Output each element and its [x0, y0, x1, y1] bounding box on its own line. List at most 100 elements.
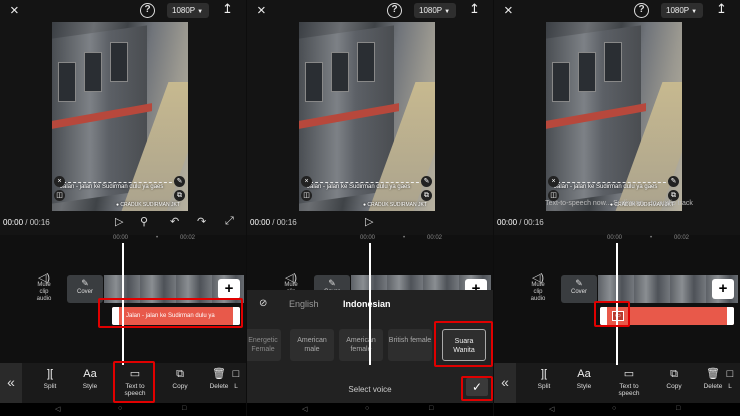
next-tool-button[interactable]: □ L [720, 368, 740, 390]
split-label: Split [537, 383, 551, 390]
voice-option[interactable]: American male [290, 329, 334, 361]
close-icon[interactable]: × [257, 2, 266, 19]
nav-recents-icon[interactable]: □ [182, 405, 186, 412]
caption-text[interactable]: Jalan - jalan ke Sudirman dulu ya gaes [60, 184, 163, 190]
highlight-box [594, 301, 630, 327]
caption-box[interactable] [552, 182, 676, 183]
copy-icon[interactable]: ⧉ [421, 190, 432, 201]
watermark-text: ● CRADUK SUDIRMAN JKT [116, 202, 180, 208]
highlight-box [98, 298, 243, 328]
caption-text[interactable]: Jalan - jalan ke Sudirman dulu ya gaes [307, 184, 410, 190]
playhead[interactable] [369, 243, 371, 365]
highlight-box [434, 321, 493, 367]
toast-text: Text-to-speech now... Sudirman... to aud… [545, 200, 693, 207]
copy-icon[interactable]: ⧉ [174, 190, 185, 201]
play-icon[interactable]: ▷ [115, 215, 123, 228]
train-window [58, 62, 76, 102]
ruler-mark-2: 00:02 [674, 235, 690, 241]
time-separator: / [272, 218, 275, 227]
cover-button[interactable]: ✎Cover [561, 275, 597, 303]
add-clip-button[interactable]: + [712, 279, 734, 299]
help-icon[interactable]: ? [140, 3, 155, 18]
nav-home-icon[interactable]: ○ [612, 405, 616, 412]
remove-icon[interactable]: × [301, 176, 312, 187]
text-to-speech-button[interactable]: ▭ Text to speech [612, 368, 646, 397]
tab-english[interactable]: English [289, 299, 319, 309]
cover-label: Cover [570, 289, 587, 295]
copy-button[interactable]: ⧉ Copy [657, 368, 691, 390]
remove-icon[interactable]: × [54, 176, 65, 187]
nav-home-icon[interactable]: ○ [118, 405, 122, 412]
add-clip-button[interactable]: + [218, 279, 240, 299]
caret-down-icon: ▼ [691, 9, 698, 15]
voice-option[interactable]: British female [388, 329, 432, 361]
export-icon[interactable]: ↥ [222, 1, 233, 17]
copy-icon: ⧉ [670, 368, 678, 380]
copy-icon: ⧉ [176, 368, 184, 380]
close-icon[interactable]: × [504, 2, 513, 19]
style-icon: Aa [577, 368, 591, 380]
fullscreen-icon[interactable]: ⤢ [225, 215, 234, 228]
next-tool-button[interactable]: □ L [226, 368, 246, 390]
redo-icon[interactable]: ↷ [197, 215, 206, 228]
resolution-dropdown[interactable]: 1080P ▼ [414, 3, 456, 18]
mute-label: Mute clip audio [530, 282, 546, 302]
edit-icon[interactable]: ✎ [174, 176, 185, 187]
ruler-mark-0: 00:00 [607, 235, 623, 241]
current-time: 00:00 [497, 218, 518, 227]
pencil-icon: ✎ [575, 278, 583, 288]
style-button[interactable]: Aa Style [73, 368, 107, 390]
tool-icon: □ [232, 368, 240, 380]
sheet-title: Select voice [348, 385, 392, 394]
system-nav-bar: ◁ ○ □ [0, 403, 246, 416]
mute-clip-audio-button[interactable]: ◁)Mute clip audio [527, 272, 549, 303]
caption-box[interactable] [305, 182, 429, 183]
top-bar: × ? 1080P ▼ ↥ [247, 0, 493, 22]
resolution-dropdown[interactable]: 1080P ▼ [661, 3, 703, 18]
nav-back-icon[interactable]: ◁ [302, 405, 307, 413]
tab-indonesian[interactable]: Indonesian [343, 299, 391, 309]
nav-back-icon[interactable]: ◁ [55, 405, 60, 413]
resolution-dropdown[interactable]: 1080P ▼ [167, 3, 209, 18]
video-preview: Jalan - jalan ke Sudirman dulu ya gaes ●… [546, 22, 682, 211]
ruler-dot: • [156, 235, 159, 241]
play-icon[interactable]: ▷ [365, 215, 373, 228]
voice-option[interactable]: Energetic Female [247, 329, 281, 361]
clip-handle-right[interactable] [727, 307, 734, 325]
split-label: Split [43, 383, 57, 390]
caption-box[interactable] [58, 182, 182, 183]
split-button[interactable]: ][Split [527, 368, 561, 390]
audio-icon[interactable]: ◫ [54, 190, 65, 201]
split-button[interactable]: ][Split [33, 368, 67, 390]
export-icon[interactable]: ↥ [469, 1, 480, 17]
nav-recents-icon[interactable]: □ [429, 405, 433, 412]
back-button[interactable]: « [494, 363, 516, 403]
help-icon[interactable]: ? [387, 3, 402, 18]
nav-home-icon[interactable]: ○ [365, 405, 369, 412]
editor-panel-1: × ? 1080P ▼ ↥ Jalan - jalan ke Sudirman d… [0, 0, 246, 416]
remove-icon[interactable]: × [548, 176, 559, 187]
copy-label: Copy [666, 383, 682, 390]
style-icon: Aa [83, 368, 97, 380]
style-button[interactable]: Aa Style [567, 368, 601, 390]
export-icon[interactable]: ↥ [716, 1, 727, 17]
voice-option[interactable]: American female [339, 329, 383, 361]
speaker-icon: ◁) [531, 272, 545, 284]
copy-label: Copy [172, 383, 188, 390]
caption-text[interactable]: Jalan - jalan ke Sudirman dulu ya gaes [554, 184, 657, 190]
edit-icon[interactable]: ✎ [421, 176, 432, 187]
copy-button[interactable]: ⧉ Copy [163, 368, 197, 390]
next-tool-label: L [728, 383, 732, 390]
nav-recents-icon[interactable]: □ [676, 405, 680, 412]
close-icon[interactable]: × [10, 2, 19, 19]
undo-icon[interactable]: ↶ [170, 215, 179, 228]
help-icon[interactable]: ? [634, 3, 649, 18]
mute-clip-audio-button[interactable]: ◁)Mute clip audio [33, 273, 55, 303]
audio-icon[interactable]: ◫ [301, 190, 312, 201]
no-voice-icon[interactable]: ⊘ [259, 298, 267, 309]
train-window [604, 42, 622, 82]
back-button[interactable]: « [0, 363, 22, 403]
edit-icon[interactable]: ✎ [668, 176, 679, 187]
magic-wand-icon[interactable]: ⚲ [140, 215, 148, 228]
nav-back-icon[interactable]: ◁ [549, 405, 554, 413]
